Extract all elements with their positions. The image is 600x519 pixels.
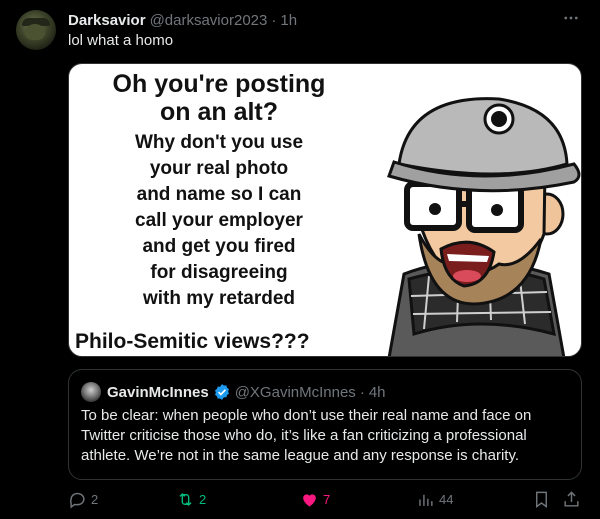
tweet-media-image[interactable]: Oh you're posting on an alt? Why don't y… (68, 63, 582, 357)
quoted-tweet[interactable]: GavinMcInnes @XGavinMcInnes · 4h To be c… (68, 369, 582, 480)
heart-icon (303, 494, 316, 507)
retweet-count: 2 (199, 492, 207, 507)
views-count: 44 (439, 492, 454, 507)
meme-line: your real photo (149, 158, 289, 179)
meme-line: and name so I can (136, 184, 302, 205)
like-button[interactable]: 7 (300, 490, 330, 509)
retweet-icon (179, 492, 192, 507)
share-icon (564, 491, 579, 507)
quoted-author-name[interactable]: GavinMcInnes (107, 384, 209, 401)
quoted-author-avatar[interactable] (81, 382, 101, 402)
quoted-tweet-text: To be clear: when people who don’t use t… (81, 407, 532, 464)
avatar-face (25, 24, 45, 40)
views-chart-icon (419, 494, 433, 506)
meme-text-block: Oh you're posting on an alt? Why don't y… (69, 70, 369, 312)
tweet-header: Darksavior @darksavior2023 · 1h (68, 10, 584, 30)
meme-title-line-1: Oh you're posting (112, 70, 326, 98)
author-avatar[interactable] (16, 10, 56, 50)
bookmark-button[interactable] (532, 490, 555, 509)
meme-line: with my retarded (142, 288, 296, 309)
quoted-tweet-time[interactable]: 4h (369, 384, 386, 401)
retweet-button[interactable]: 2 (176, 490, 206, 509)
reply-button[interactable]: 2 (68, 490, 98, 509)
meme-title-line-2: on an alt? (159, 98, 279, 126)
reply-count: 2 (91, 492, 99, 507)
author-handle[interactable]: @darksavior2023 (150, 12, 268, 29)
author-name[interactable]: Darksavior (68, 12, 146, 29)
meme-line: call your employer (135, 210, 303, 231)
quoted-author-handle[interactable]: @XGavinMcInnes (235, 384, 356, 401)
meme-line: and get you fired (142, 236, 296, 257)
tweet-text: lol what a homo (68, 32, 174, 49)
more-horizontal-icon[interactable] (562, 9, 580, 27)
like-count: 7 (323, 492, 331, 507)
quoted-tweet-header: GavinMcInnes @XGavinMcInnes · 4h (81, 382, 386, 402)
meme-line: for disagreeing (150, 262, 288, 283)
views-button[interactable]: 44 (416, 490, 453, 509)
quoted-header-separator: · (359, 383, 365, 401)
header-separator: · (271, 11, 277, 29)
tweet-action-bar: 2 2 7 44 (68, 490, 582, 512)
bookmark-icon (536, 491, 547, 509)
cartoon-character-illustration (387, 97, 581, 356)
meme-line: Why don't you use (134, 132, 304, 153)
meme-bottom-line: Philo-Semitic views??? (75, 330, 310, 353)
reply-icon (70, 492, 85, 509)
verified-badge-icon (213, 383, 231, 401)
share-button[interactable] (562, 490, 585, 509)
tweet-time[interactable]: 1h (280, 12, 297, 29)
